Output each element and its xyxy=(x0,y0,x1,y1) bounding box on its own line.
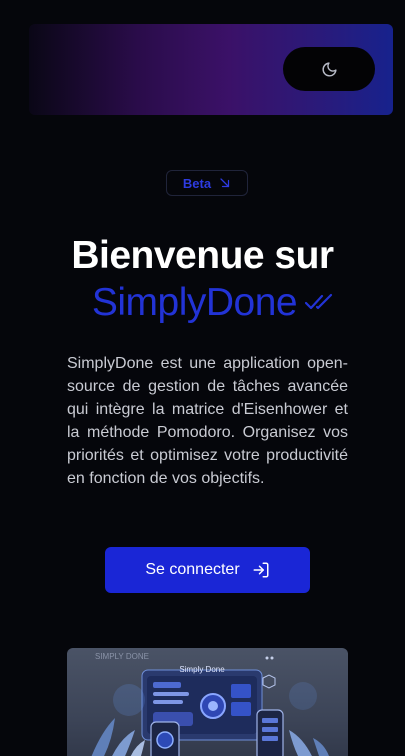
beta-badge: Beta xyxy=(166,170,248,196)
hero-description: SimplyDone est une application open-sour… xyxy=(67,355,348,487)
preview-logo-text: SIMPLY DONE xyxy=(95,652,149,661)
log-in-icon xyxy=(252,561,270,579)
brand-name: SimplyDone xyxy=(91,281,298,324)
title-line-brand: SimplyDone xyxy=(22,280,405,326)
preview-screen-title: Simply Done xyxy=(179,665,225,674)
theme-toggle-button[interactable] xyxy=(283,47,375,91)
login-button[interactable]: Se connecter xyxy=(105,547,310,593)
moon-icon xyxy=(321,61,338,78)
app-preview-image: SIMPLY DONE Simply Done xyxy=(67,648,348,756)
arrow-down-right-icon xyxy=(219,177,231,189)
double-check-icon xyxy=(305,283,335,320)
landing-page: Beta Bienvenue sur SimplyDone SimplyDone… xyxy=(0,0,405,756)
badge-label: Beta xyxy=(182,175,212,191)
login-button-label: Se connecter xyxy=(145,561,240,578)
hero-title: Bienvenue sur SimplyDone xyxy=(0,232,405,326)
header-banner xyxy=(29,24,393,115)
title-line-welcome: Bienvenue sur xyxy=(71,234,334,277)
